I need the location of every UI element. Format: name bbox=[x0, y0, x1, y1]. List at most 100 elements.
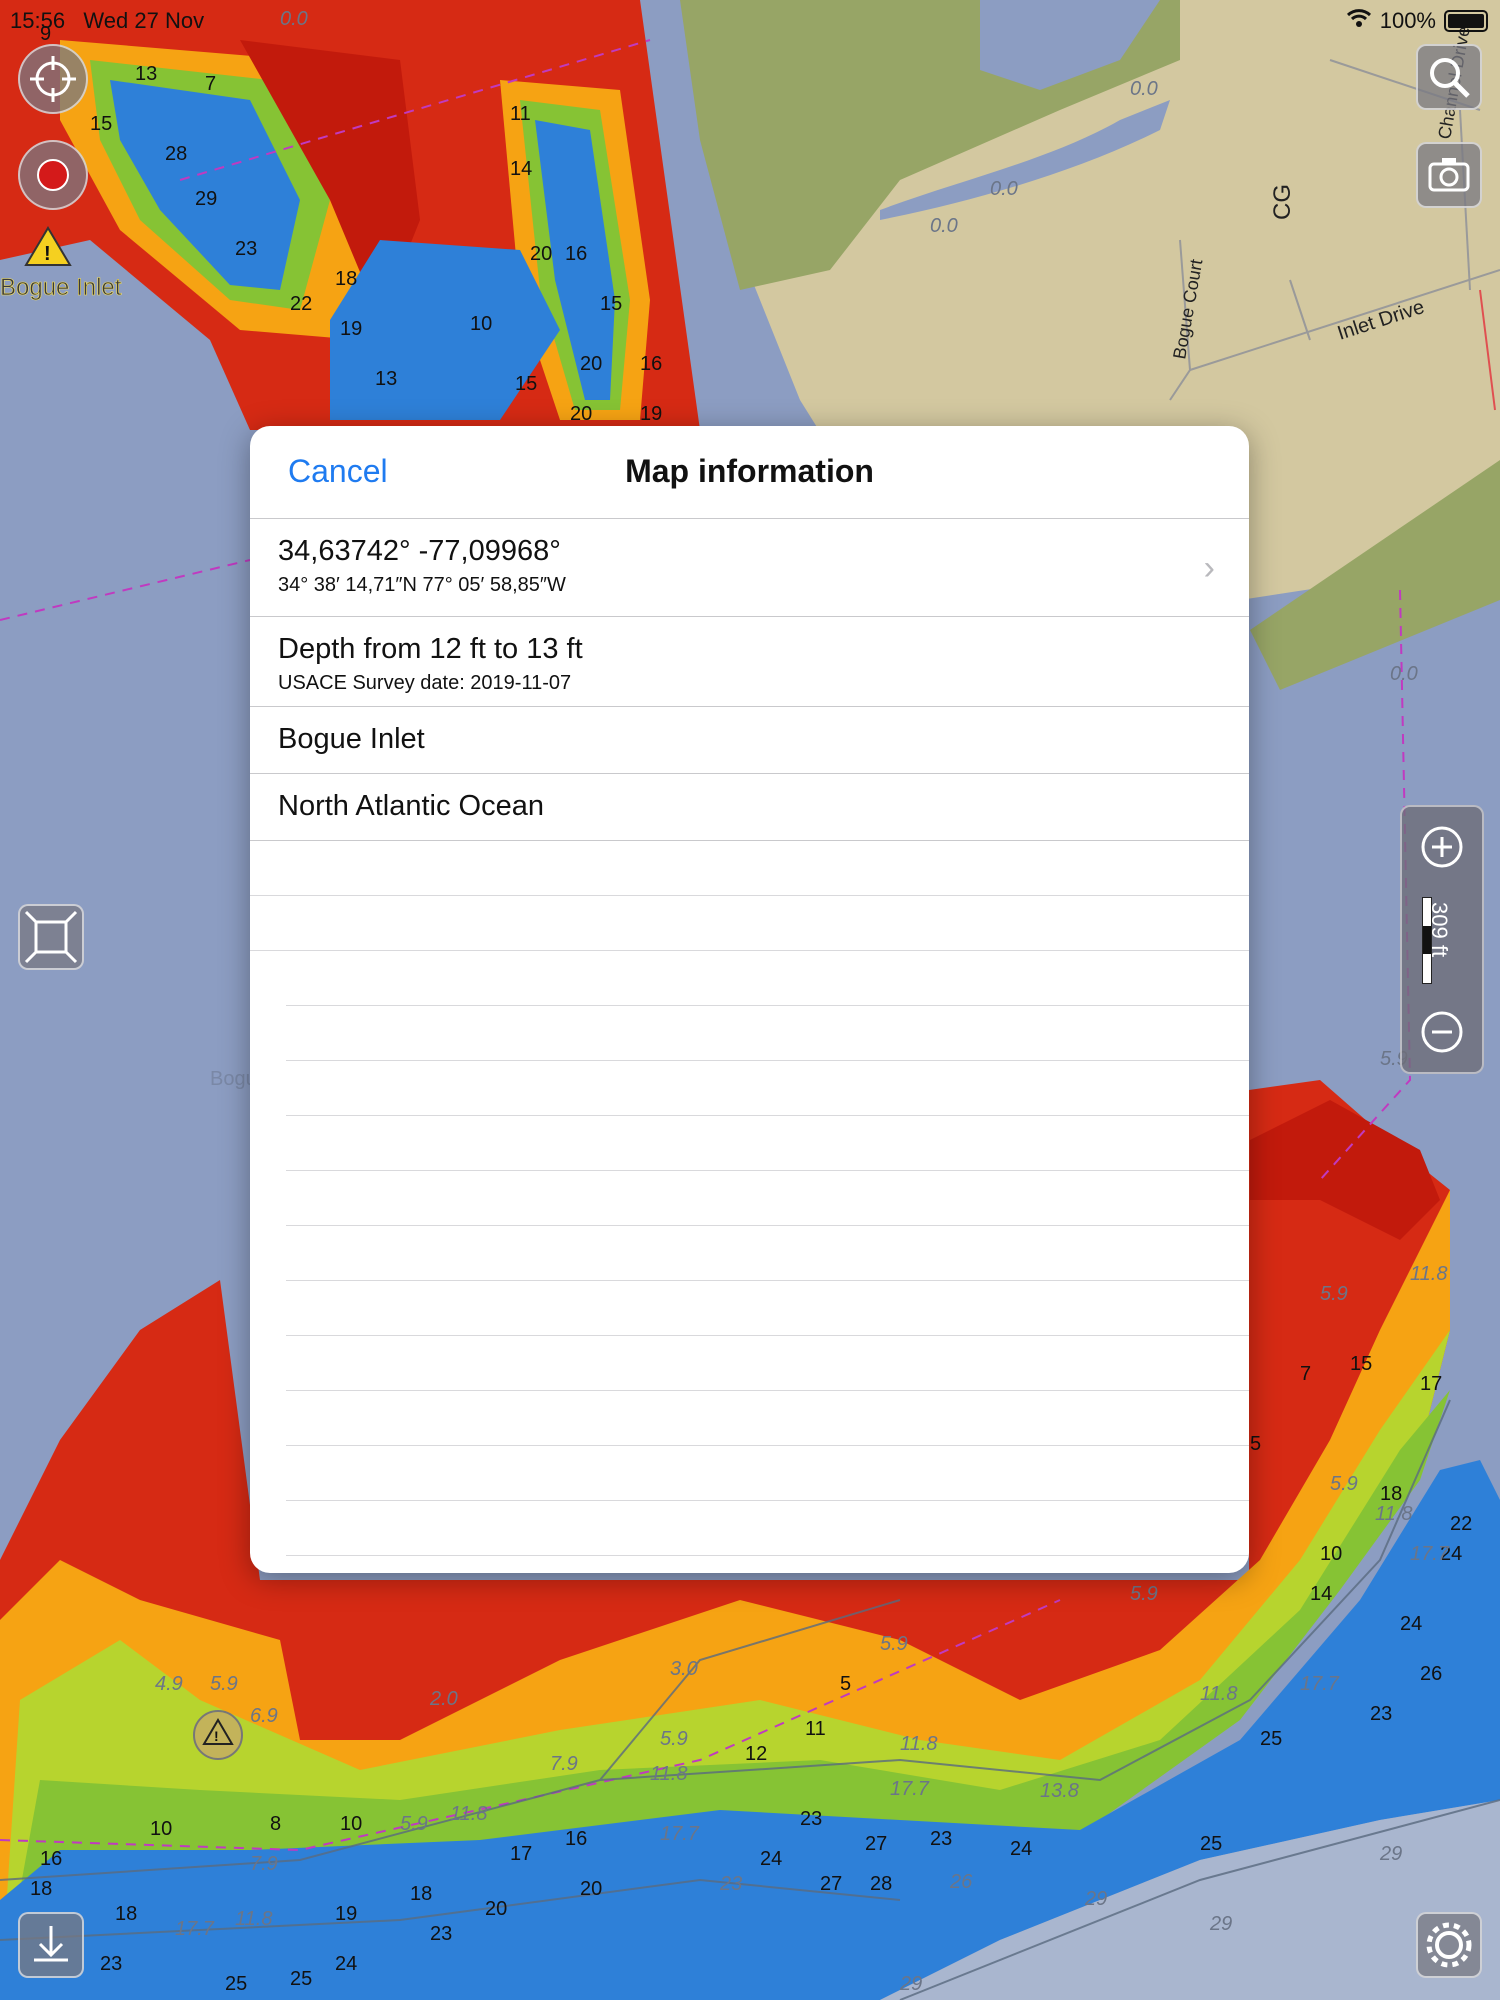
map-information-dialog: Cancel Map information 34,63742° -77,099… bbox=[250, 426, 1249, 1573]
sounding: 23 bbox=[430, 1923, 452, 1945]
sounding: 22 bbox=[290, 293, 312, 315]
sounding: 20 bbox=[580, 1878, 602, 1900]
contour-label: 5.9 bbox=[660, 1728, 688, 1750]
dialog-title: Map information bbox=[625, 453, 874, 489]
survey-date: USACE Survey date: 2019-11-07 bbox=[278, 672, 572, 694]
download-icon bbox=[34, 1926, 68, 1962]
contour-label: 11.8 bbox=[235, 1908, 272, 1930]
contour-label: 11.8 bbox=[1375, 1503, 1412, 1525]
contour-label: 11.8 bbox=[900, 1733, 937, 1755]
record-track-button[interactable] bbox=[18, 140, 88, 210]
sounding: 18 bbox=[335, 268, 357, 290]
place-name: Bogue Inlet bbox=[278, 723, 425, 755]
contour-label: 5.9 bbox=[210, 1673, 238, 1695]
sounding: 7 bbox=[1300, 1363, 1311, 1385]
sounding: 25 bbox=[290, 1968, 312, 1990]
empty-row bbox=[286, 1391, 1249, 1446]
sounding: 17 bbox=[510, 1843, 532, 1865]
sounding: 13 bbox=[375, 368, 397, 390]
scale-label: 309 ft bbox=[1427, 902, 1452, 958]
sounding: 16 bbox=[565, 243, 587, 265]
sounding: 28 bbox=[165, 143, 187, 165]
sounding: 23 bbox=[100, 1953, 122, 1975]
contour-label: 11.8 bbox=[1410, 1263, 1447, 1285]
search-icon bbox=[1430, 58, 1470, 98]
empty-row bbox=[286, 1006, 1249, 1061]
contour-label: 3.0 bbox=[670, 1658, 698, 1680]
sounding: 19 bbox=[640, 403, 662, 425]
wifi-icon bbox=[1346, 8, 1372, 34]
sounding: 17 bbox=[1420, 1373, 1442, 1395]
zoom-control: 309 ft bbox=[1400, 805, 1484, 1074]
sounding: 14 bbox=[1310, 1583, 1332, 1605]
sounding: 16 bbox=[640, 353, 662, 375]
contour-label: 17.7 bbox=[175, 1918, 215, 1940]
contour-label: 0.0 bbox=[1130, 78, 1158, 100]
contour-label: 26 bbox=[949, 1871, 973, 1893]
contour-label: 2.0 bbox=[429, 1688, 458, 1710]
sounding: 24 bbox=[1400, 1613, 1422, 1635]
crosshair-icon bbox=[30, 56, 76, 102]
empty-row bbox=[286, 1501, 1249, 1556]
contour-label: 5.9 bbox=[1330, 1473, 1358, 1495]
coordinates-row[interactable]: 34,63742° -77,09968° 34° 38′ 14,71″N 77°… bbox=[250, 519, 1249, 617]
warning-icon: ! bbox=[193, 1710, 243, 1760]
search-button[interactable] bbox=[1416, 44, 1482, 110]
sounding: 10 bbox=[1320, 1543, 1342, 1565]
contour-label: 17.7 bbox=[890, 1778, 930, 1800]
sounding: 20 bbox=[570, 403, 592, 425]
contour-label: 0.0 bbox=[990, 178, 1018, 200]
contour-label: 7.9 bbox=[550, 1753, 578, 1775]
sounding: 15 bbox=[90, 113, 112, 135]
sounding: 24 bbox=[760, 1848, 782, 1870]
sounding: 24 bbox=[1010, 1838, 1032, 1860]
zoom-out-icon[interactable] bbox=[1402, 992, 1482, 1072]
contour-label: 5.9 bbox=[1320, 1283, 1348, 1305]
sounding: 22 bbox=[1450, 1513, 1472, 1535]
depth-range: Depth from 12 ft to 13 ft bbox=[278, 633, 583, 665]
sounding: 15 bbox=[1350, 1353, 1372, 1375]
fullscreen-button[interactable] bbox=[18, 904, 84, 970]
place-row-north-atlantic: North Atlantic Ocean bbox=[250, 774, 1249, 841]
sounding: 20 bbox=[530, 243, 552, 265]
depth-row: Depth from 12 ft to 13 ft USACE Survey d… bbox=[250, 617, 1249, 707]
status-bar: 15:56 Wed 27 Nov 100% bbox=[0, 0, 1500, 40]
contour-label: 13.8 bbox=[1040, 1780, 1079, 1802]
contour-label: 29 bbox=[1209, 1913, 1232, 1935]
empty-row bbox=[286, 951, 1249, 1006]
locate-button[interactable] bbox=[18, 44, 88, 114]
empty-row bbox=[286, 1446, 1249, 1501]
contour-label: 17.7 bbox=[660, 1823, 700, 1845]
battery-icon bbox=[1444, 10, 1488, 32]
sounding: 27 bbox=[820, 1873, 842, 1895]
sounding: 25 bbox=[1200, 1833, 1222, 1855]
empty-row bbox=[250, 841, 1249, 896]
contour-label: 11.8 bbox=[650, 1763, 687, 1785]
sounding: 23 bbox=[930, 1828, 952, 1850]
sounding: 24 bbox=[335, 1953, 357, 1975]
sounding: 25 bbox=[1260, 1728, 1282, 1750]
sounding: 23 bbox=[235, 238, 257, 260]
fullscreen-icon bbox=[24, 910, 78, 964]
sounding: 5 bbox=[840, 1673, 851, 1695]
camera-icon bbox=[1428, 158, 1470, 192]
settings-button[interactable] bbox=[1416, 1912, 1482, 1978]
contour-label: 0.0 bbox=[1390, 663, 1418, 685]
sounding: 15 bbox=[600, 293, 622, 315]
sounding: 13 bbox=[135, 63, 157, 85]
settings-gear-icon bbox=[1426, 1922, 1472, 1968]
sounding: 15 bbox=[515, 373, 537, 395]
empty-row bbox=[286, 1061, 1249, 1116]
zoom-in-icon[interactable] bbox=[1402, 807, 1482, 887]
contour-label: 6.9 bbox=[250, 1705, 278, 1727]
sounding: 25 bbox=[225, 1973, 247, 1995]
sounding: 14 bbox=[510, 158, 532, 180]
sounding: 18 bbox=[1380, 1483, 1402, 1505]
contour-label: 11.8 bbox=[450, 1803, 487, 1825]
download-button[interactable] bbox=[18, 1912, 84, 1978]
map-label-bogue-inlet: Bogue Inlet bbox=[0, 274, 122, 301]
empty-row bbox=[250, 896, 1249, 951]
empty-row bbox=[286, 1281, 1249, 1336]
contour-label: 29 bbox=[1379, 1843, 1402, 1865]
camera-button[interactable] bbox=[1416, 142, 1482, 208]
